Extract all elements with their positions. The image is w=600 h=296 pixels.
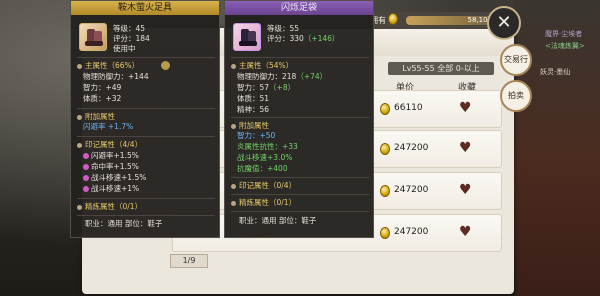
item-status: 使用中	[113, 44, 136, 53]
item-class-slot: 职业：通用 部位：鞋子	[85, 219, 163, 228]
npc-label: 魔界·尘埃者	[545, 30, 583, 38]
attr-line: 精神：56	[237, 105, 270, 114]
gem-icon	[83, 164, 89, 170]
item-class-slot: 职业：通用 部位：鞋子	[239, 216, 317, 225]
close-button[interactable]: ✕	[487, 6, 521, 40]
seal-attr-line: 战斗移速+1.5%	[83, 173, 146, 183]
attr-line: 体质：+32	[83, 94, 122, 103]
coin-icon	[380, 143, 390, 155]
level-filter[interactable]: Lv55-55 全部 0-以上	[388, 62, 494, 75]
attr-line: 智力：57（+8）	[237, 83, 296, 92]
coin-icon	[380, 103, 390, 115]
seal-attr-line: 闪避率+1.5%	[83, 151, 139, 161]
seal-attr-line: 命中率+1.5%	[83, 162, 139, 172]
attr-line: 炎属性抗性：+33	[237, 142, 298, 151]
divider	[231, 117, 369, 118]
divider	[77, 198, 215, 199]
coin-icon	[380, 185, 390, 197]
attr-line: 物理防御力：+144	[83, 72, 149, 81]
heart-icon[interactable]: ♥	[459, 141, 475, 155]
tab-trade[interactable]: 交易行	[500, 44, 532, 76]
extra-attr-header: 附加属性	[231, 121, 269, 131]
extra-attr-header: 附加属性	[77, 112, 115, 122]
item-tooltip-equipped: 鞍木萤火足具 等级：45 评分：184 使用中 主属性（66%） 物理防御力：+…	[70, 0, 220, 238]
heart-icon[interactable]: ♥	[459, 183, 475, 197]
coin-icon	[388, 13, 398, 25]
item-price: 66110	[394, 103, 423, 113]
gem-icon	[83, 153, 89, 159]
gem-icon	[83, 175, 89, 181]
item-price: 247200	[394, 227, 429, 237]
seal-attr-line: 战斗移速+1%	[83, 184, 139, 194]
divider	[77, 136, 215, 137]
lock-icon	[161, 61, 170, 70]
npc-label: <法魂炼翼>	[545, 42, 585, 50]
divider	[77, 108, 215, 109]
divider	[231, 211, 369, 212]
item-level: 等级：45	[113, 24, 146, 33]
attr-line: 体质：51	[237, 94, 270, 103]
item-score: 评分：184	[113, 34, 150, 43]
divider	[231, 177, 369, 178]
divider	[77, 57, 215, 58]
attr-line: 战斗移速+3.0%	[237, 153, 293, 162]
attr-line: 物理防御力：218（+74）	[237, 72, 328, 81]
coin-icon	[380, 227, 390, 239]
gem-icon	[83, 186, 89, 192]
item-tooltip-compare: 闪烁足袋 等级：55 评分：330（+146） 主属性（54%） 物理防御力：2…	[224, 0, 374, 238]
item-level: 等级：55	[267, 24, 300, 33]
heart-icon[interactable]: ♥	[459, 225, 475, 239]
attr-line: 智力：+50	[237, 131, 276, 140]
attr-line: 抗魔值：+400	[237, 164, 288, 173]
attr-line: 智力：+49	[83, 83, 122, 92]
item-price: 247200	[394, 143, 429, 153]
boots-icon	[233, 23, 261, 51]
heart-icon[interactable]: ♥	[459, 101, 475, 115]
boots-icon	[79, 23, 107, 51]
main-attr-header: 主属性（54%）	[231, 61, 293, 71]
item-name: 闪烁足袋	[225, 1, 373, 15]
seal-attr-header: 印记属性（4/4）	[77, 140, 142, 150]
main-attr-header: 主属性（66%）	[77, 61, 139, 71]
divider	[77, 215, 215, 216]
item-name: 鞍木萤火足具	[71, 1, 219, 15]
item-price: 247200	[394, 185, 429, 195]
money-amount: 58,106	[406, 16, 496, 25]
refine-attr-header: 精炼属性（0/1）	[77, 202, 142, 212]
npc-label: 妖灵·墨仙	[540, 68, 571, 76]
divider	[231, 194, 369, 195]
divider	[231, 57, 369, 58]
refine-attr-header: 精炼属性（0/1）	[231, 198, 296, 208]
seal-attr-header: 印记属性（0/4）	[231, 181, 296, 191]
attr-line: 闪避率 +1.7%	[83, 122, 134, 131]
page-indicator[interactable]: 1/9	[170, 254, 208, 268]
tab-auction[interactable]: 拍卖	[500, 80, 532, 112]
item-score: 评分：330（+146）	[267, 34, 340, 43]
